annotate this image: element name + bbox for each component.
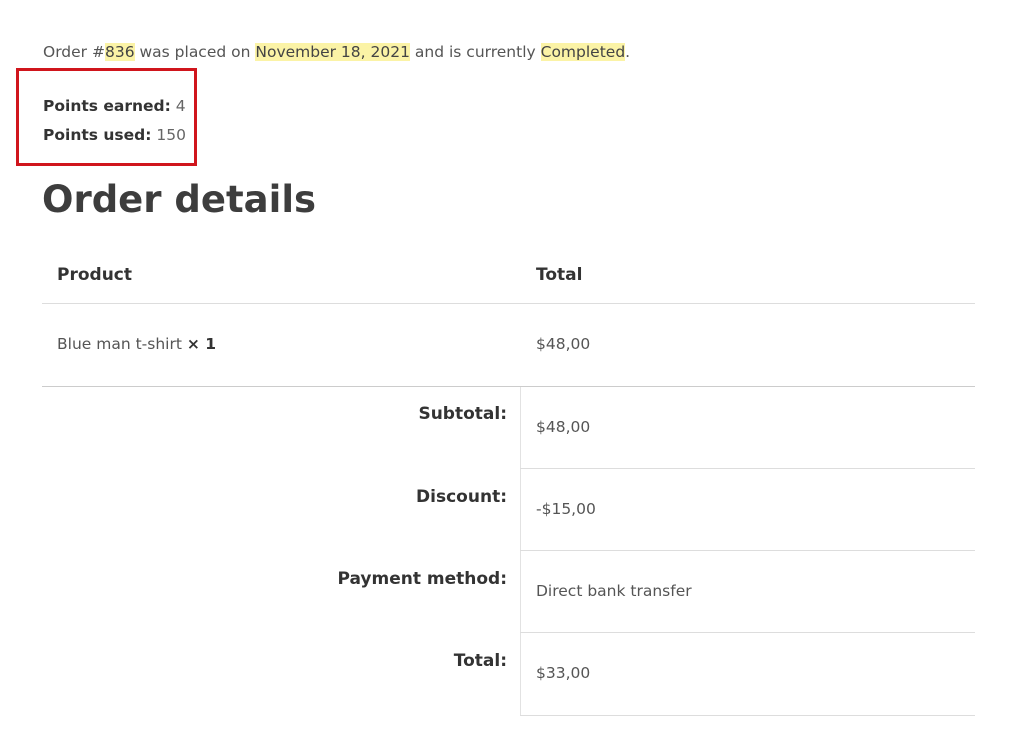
payment-method-value: Direct bank transfer: [536, 582, 692, 600]
total-divider: [520, 715, 975, 716]
total-label: Total:: [453, 651, 507, 671]
subtotal-divider: [520, 468, 975, 469]
order-status: Completed: [540, 43, 626, 61]
status-suffix: .: [625, 43, 631, 61]
item-total: $48,00: [536, 335, 591, 353]
discount-label: Discount:: [416, 487, 507, 507]
points-highlight-box: [16, 68, 197, 166]
order-status-line: Order #836 was placed on November 18, 20…: [43, 43, 630, 61]
items-divider: [42, 386, 975, 387]
payment-method-label: Payment method:: [337, 569, 507, 589]
placed-text: was placed on: [134, 43, 256, 61]
total-value: $33,00: [536, 664, 591, 682]
points-earned-value: 4: [175, 97, 186, 115]
points-used-value: 150: [156, 126, 186, 144]
points-used-row: Points used: 150: [43, 126, 186, 144]
totals-column-divider: [520, 387, 521, 716]
payment-method-divider: [520, 632, 975, 633]
order-details-title: Order details: [42, 178, 317, 221]
column-header-total: Total: [536, 265, 583, 285]
item-product-cell: Blue man t-shirt × 1: [57, 335, 216, 353]
order-prefix: Order #: [43, 43, 105, 61]
status-text: and is currently: [409, 43, 541, 61]
item-quantity: × 1: [186, 335, 217, 353]
column-header-product: Product: [57, 265, 132, 285]
order-date: November 18, 2021: [255, 43, 410, 61]
subtotal-label: Subtotal:: [418, 404, 507, 424]
item-product-name: Blue man t-shirt: [57, 335, 182, 353]
subtotal-value: $48,00: [536, 418, 591, 436]
points-earned-label: Points earned:: [43, 97, 171, 115]
order-number: 836: [104, 43, 135, 61]
header-divider: [42, 303, 975, 304]
discount-value: -$15,00: [536, 500, 596, 518]
discount-divider: [520, 550, 975, 551]
points-earned-row: Points earned: 4: [43, 97, 186, 115]
points-used-label: Points used:: [43, 126, 152, 144]
